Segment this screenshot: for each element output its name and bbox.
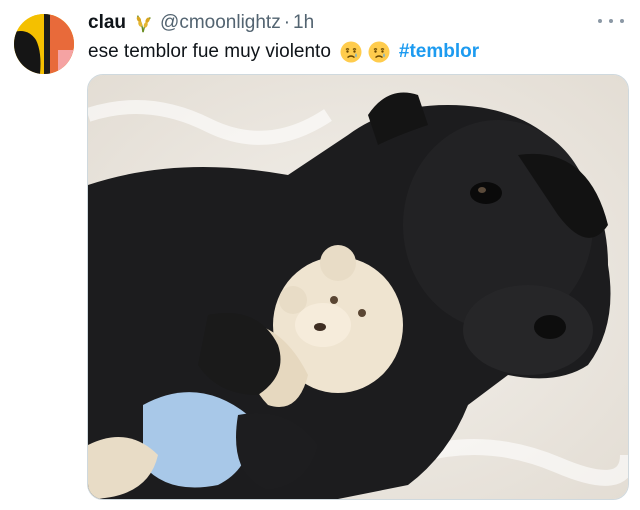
avatar[interactable] (14, 14, 74, 74)
separator-dot: · (283, 12, 291, 33)
avatar-image (14, 14, 74, 74)
tweet[interactable]: clau @cmoonlightz · 1h ese temblor fue m… (0, 0, 640, 510)
puppy-with-teddy-bear-image (88, 75, 628, 499)
display-name[interactable]: clau (88, 12, 126, 34)
more-options-icon[interactable] (598, 12, 624, 30)
hashtag-link[interactable]: #temblor (399, 41, 479, 63)
tweet-media-photo[interactable] (87, 74, 629, 500)
wheat-icon (132, 12, 154, 34)
crying-face-emoji (339, 40, 363, 64)
crying-face-emoji (367, 40, 391, 64)
dot (609, 19, 613, 23)
timestamp[interactable]: 1h (293, 12, 314, 34)
dot (620, 19, 624, 23)
tweet-header: clau @cmoonlightz · 1h (88, 10, 616, 36)
tweet-text: ese temblor fue muy violento #temblor (88, 38, 620, 66)
dot (598, 19, 602, 23)
tweet-body: ese temblor fue muy violento (88, 41, 331, 62)
user-handle[interactable]: @cmoonlightz (160, 12, 281, 34)
